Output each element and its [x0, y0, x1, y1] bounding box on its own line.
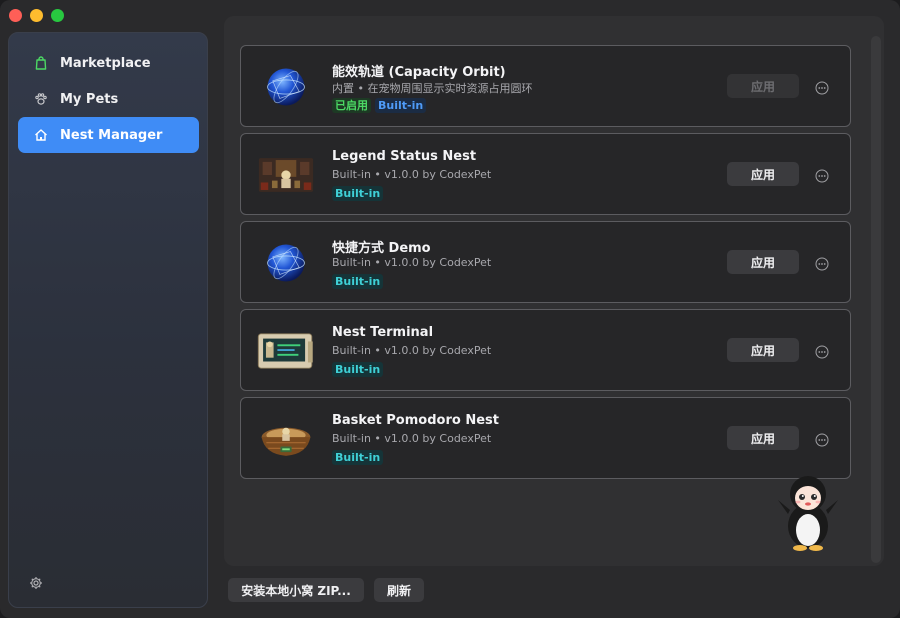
sidebar-item-nest-manager[interactable]: Nest Manager — [18, 117, 199, 153]
nest-title: Legend Status Nest — [332, 149, 477, 164]
home-icon — [34, 128, 48, 142]
sidebar-nav: Marketplace My Pets Nest Manager — [18, 45, 199, 153]
builtin-badge: Built-in — [332, 362, 384, 377]
more-options-button[interactable] — [815, 344, 829, 359]
close-window-button[interactable] — [9, 9, 22, 22]
builtin-badge: Built-in — [375, 98, 427, 113]
apply-button[interactable]: 应用 — [727, 338, 799, 362]
nest-card-capacity-orbit: 能效轨道 (Capacity Orbit) 内置 • 在宠物周围显示实时资源占用… — [240, 45, 851, 127]
apply-button[interactable]: 应用 — [727, 162, 799, 186]
sidebar-item-label: Marketplace — [60, 55, 151, 71]
penguin-pet-mascot[interactable] — [774, 470, 842, 552]
more-options-button[interactable] — [815, 432, 829, 447]
nest-tags: Built-in — [332, 450, 384, 465]
more-options-button[interactable] — [815, 80, 829, 95]
terminal-screen-thumbnail — [255, 326, 317, 376]
paw-icon — [34, 92, 48, 106]
nest-title: 快捷方式 Demo — [332, 241, 431, 256]
sidebar-item-my-pets[interactable]: My Pets — [18, 81, 199, 117]
nest-tags: Built-in — [332, 362, 384, 377]
sidebar-item-label: Nest Manager — [60, 127, 163, 143]
nest-tags: 已启用 Built-in — [332, 98, 427, 113]
builtin-badge: Built-in — [332, 450, 384, 465]
sidebar: Marketplace My Pets Nest Manager — [8, 32, 208, 608]
builtin-badge: Built-in — [332, 274, 384, 289]
builtin-badge: Built-in — [332, 186, 384, 201]
app-window: Marketplace My Pets Nest Manager 能效轨道 (C… — [0, 0, 900, 618]
orbit-sphere-thumbnail — [255, 238, 317, 288]
nest-card-legend-status: Legend Status Nest Built-in • v1.0.0 by … — [240, 133, 851, 215]
minimize-window-button[interactable] — [30, 9, 43, 22]
zoom-window-button[interactable] — [51, 9, 64, 22]
more-options-button[interactable] — [815, 168, 829, 183]
install-zip-button[interactable]: 安装本地小窝 ZIP... — [228, 578, 364, 602]
nest-card-terminal: Nest Terminal Built-in • v1.0.0 by Codex… — [240, 309, 851, 391]
nest-subtitle: Built-in • v1.0.0 by CodexPet — [332, 344, 492, 357]
nest-card-shortcut-demo: 快捷方式 Demo Built-in • v1.0.0 by CodexPet … — [240, 221, 851, 303]
settings-button[interactable] — [29, 575, 43, 589]
vertical-scrollbar[interactable] — [871, 36, 881, 563]
nest-subtitle: 内置 • 在宠物周围显示实时资源占用圆环 — [332, 82, 533, 95]
nest-tags: Built-in — [332, 274, 384, 289]
apply-button[interactable]: 应用 — [727, 426, 799, 450]
nest-tags: Built-in — [332, 186, 384, 201]
refresh-button[interactable]: 刷新 — [374, 578, 424, 602]
more-icon — [815, 345, 829, 359]
apply-button[interactable]: 应用 — [727, 74, 799, 98]
nest-title: 能效轨道 (Capacity Orbit) — [332, 65, 506, 80]
more-icon — [815, 257, 829, 271]
orbit-sphere-thumbnail — [255, 62, 317, 112]
basket-thumbnail — [255, 414, 317, 464]
bag-icon — [34, 56, 48, 70]
more-icon — [815, 81, 829, 95]
more-icon — [815, 433, 829, 447]
nest-subtitle: Built-in • v1.0.0 by CodexPet — [332, 168, 492, 181]
sidebar-item-marketplace[interactable]: Marketplace — [18, 45, 199, 81]
nest-subtitle: Built-in • v1.0.0 by CodexPet — [332, 432, 492, 445]
sidebar-item-label: My Pets — [60, 91, 119, 107]
apply-button[interactable]: 应用 — [727, 250, 799, 274]
nest-title: Basket Pomodoro Nest — [332, 413, 499, 428]
legend-room-thumbnail — [255, 150, 317, 200]
nest-subtitle: Built-in • v1.0.0 by CodexPet — [332, 256, 492, 269]
window-controls — [9, 9, 64, 22]
nest-title: Nest Terminal — [332, 325, 434, 340]
more-options-button[interactable] — [815, 256, 829, 271]
enabled-badge: 已启用 — [332, 98, 371, 113]
gear-icon — [30, 577, 42, 589]
more-icon — [815, 169, 829, 183]
nest-card-basket-pomodoro: Basket Pomodoro Nest Built-in • v1.0.0 b… — [240, 397, 851, 479]
